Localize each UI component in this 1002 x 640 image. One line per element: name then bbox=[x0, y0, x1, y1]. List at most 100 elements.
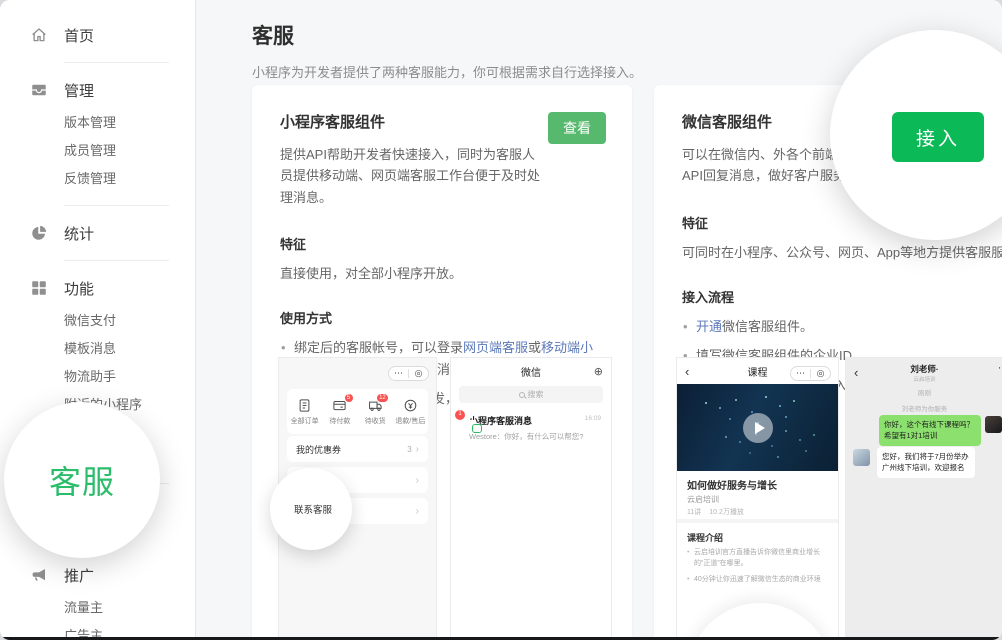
sidebar-subgroup-manage: 版本管理 成员管理 反馈管理 bbox=[0, 109, 195, 193]
tour-spotlight-contact-service: 联系客服 bbox=[270, 468, 352, 550]
section-title-flow: 接入流程 bbox=[682, 287, 994, 306]
flow-step: 开通微信客服组件。 bbox=[682, 316, 994, 337]
section-title-usage: 使用方式 bbox=[280, 308, 604, 327]
chat-contact-org: 云启培训 bbox=[846, 375, 1002, 383]
screenshot-service-chat: ‹ 刘老师· 云启培训 ⋯ 刚刚 刘老师为你服务 你好，这个有线下课程吗？希望有… bbox=[845, 357, 1002, 638]
grid-item-label: 退款/售后 bbox=[395, 416, 425, 426]
usage-text: 或 bbox=[528, 340, 541, 355]
list-item-label: 我的优惠券 bbox=[296, 443, 341, 456]
sidebar-item-members[interactable]: 成员管理 bbox=[0, 137, 195, 165]
screenshot-course-page: ‹ 课程 ⋯◎ 如何做好服务与增长 云启培训 11讲 10.2万播放 课程介绍 … bbox=[676, 357, 839, 638]
section-divider bbox=[677, 519, 838, 523]
lesson-count: 11讲 bbox=[687, 509, 701, 516]
tour-spotlight-customer-service[interactable]: 客服 bbox=[4, 402, 160, 558]
miniprogram-capsule: ⋯◎ bbox=[388, 366, 429, 381]
sidebar-divider bbox=[64, 260, 169, 261]
sidebar-item-home[interactable]: 首页 bbox=[0, 20, 195, 50]
sidebar-item-stats[interactable]: 统计 bbox=[0, 218, 195, 248]
screenshot-wechat-chat-list: 微信 ⊕ 搜索 1 小程序客服消息 Westore：你好，有什么可以帮您? 16… bbox=[450, 357, 612, 638]
grid-icon bbox=[30, 279, 48, 297]
inbox-icon bbox=[30, 81, 48, 99]
play-button-icon bbox=[743, 413, 773, 443]
unread-badge: 1 bbox=[455, 410, 465, 420]
sidebar-item-label: 推广 bbox=[64, 565, 94, 586]
sidebar-subgroup-promo: 流量主 广告主 bbox=[0, 594, 195, 640]
sidebar-item-label: 首页 bbox=[64, 25, 94, 46]
refund-yuan-icon bbox=[403, 398, 418, 413]
back-chevron-icon: ‹ bbox=[685, 365, 689, 378]
megaphone-icon bbox=[30, 566, 48, 584]
sidebar-item-feedback[interactable]: 反馈管理 bbox=[0, 165, 195, 193]
web-service-link[interactable]: 网页端客服 bbox=[463, 340, 528, 355]
card-description: 提供API帮助开发者快速接入，同时为客服人员提供移动端、网页端客服工作台便于及时… bbox=[280, 144, 542, 208]
wechat-title: 微信 bbox=[521, 364, 541, 379]
avatar-teacher bbox=[853, 449, 870, 466]
grid-item-label: 待付款 bbox=[329, 416, 350, 426]
customer-service-highlight-label[interactable]: 客服 bbox=[49, 457, 115, 503]
list-item-value: 3 bbox=[407, 445, 411, 454]
sidebar-item-label: 管理 bbox=[64, 80, 94, 101]
grid-item-all-orders: 全部订单 bbox=[287, 398, 322, 426]
video-meta: 11讲 10.2万播放 bbox=[687, 507, 750, 517]
sidebar-item-manage[interactable]: 管理 bbox=[0, 75, 195, 105]
video-thumbnail bbox=[677, 384, 838, 471]
search-placeholder: 搜索 bbox=[528, 389, 544, 400]
sidebar-item-wechat-pay[interactable]: 微信支付 bbox=[0, 307, 195, 335]
flow-text: 微信客服组件。 bbox=[722, 319, 813, 334]
badge-count: 5 bbox=[344, 393, 354, 403]
grid-item-refund: 退款/售后 bbox=[393, 398, 428, 426]
video-author: 云启培训 bbox=[687, 494, 719, 505]
sidebar-item-promotion[interactable]: 推广 bbox=[0, 560, 195, 590]
pie-chart-icon bbox=[30, 224, 48, 242]
join-button[interactable]: 接入 bbox=[892, 112, 984, 162]
activate-link[interactable]: 开通 bbox=[696, 319, 722, 334]
search-bar: 搜索 bbox=[459, 386, 603, 403]
badge-count: 12 bbox=[376, 393, 389, 403]
chat-time: 16:09 bbox=[585, 415, 601, 422]
grid-item-to-receive: 12 待收货 bbox=[358, 398, 393, 426]
miniprogram-capsule: ⋯◎ bbox=[790, 366, 831, 381]
chevron-right-icon: › bbox=[416, 475, 419, 486]
course-intro-bullet: 40分钟让你迅速了解微信生态的商业环境 bbox=[687, 574, 830, 585]
grid-item-label: 全部订单 bbox=[291, 416, 319, 426]
sidebar-divider bbox=[64, 205, 169, 206]
sidebar-item-label: 统计 bbox=[64, 223, 94, 244]
chat-contact-name: 刘老师· bbox=[846, 363, 1002, 375]
chat-system-message: 刘老师为你服务 bbox=[846, 403, 1002, 413]
sidebar-item-version[interactable]: 版本管理 bbox=[0, 109, 195, 137]
course-page-title: 课程 bbox=[748, 364, 768, 379]
contact-service-highlight-label: 联系客服 bbox=[294, 502, 332, 516]
wechat-header: 微信 ⊕ bbox=[451, 358, 611, 384]
sidebar-item-template-message[interactable]: 模板消息 bbox=[0, 335, 195, 363]
decor-dots bbox=[705, 402, 707, 404]
sidebar-item-logistics[interactable]: 物流助手 bbox=[0, 363, 195, 391]
chat-list-item: 1 小程序客服消息 Westore：你好，有什么可以帮您? 16:09 bbox=[451, 414, 611, 442]
incoming-message-bubble: 您好，我们将于7月份举办广州线下培训，欢迎报名 bbox=[877, 447, 975, 478]
capsule-target-icon: ◎ bbox=[409, 367, 428, 380]
section-text-feature: 直接使用，对全部小程序开放。 bbox=[280, 263, 604, 282]
list-item-coupons: 我的优惠券 3 › bbox=[287, 436, 428, 462]
avatar-user bbox=[985, 416, 1002, 433]
ellipsis-icon: ⋯ bbox=[791, 367, 810, 380]
usage-text: 绑定后的客服帐号，可以登录 bbox=[294, 340, 463, 355]
chevron-right-icon: › bbox=[416, 444, 419, 455]
card-miniprogram-service: 小程序客服组件 查看 提供API帮助开发者快速接入，同时为客服人员提供移动端、网… bbox=[252, 85, 632, 640]
course-intro-bullet: 云启培训官方直播告诉你微信里商业增长的“正道”在哪里。 bbox=[687, 547, 830, 569]
home-icon bbox=[30, 26, 48, 44]
chevron-right-icon: › bbox=[416, 506, 419, 517]
video-title: 如何做好服务与增长 bbox=[687, 477, 777, 492]
chat-meta: 小程序客服消息 Westore：你好，有什么可以帮您? bbox=[469, 414, 583, 442]
mini-program-console-window: 客服 小程序为开发者提供了两种客服能力，你可根据需求自行选择接入。 首页 管理 … bbox=[0, 0, 1002, 640]
play-count: 10.2万播放 bbox=[709, 509, 744, 516]
section-text-feature: 可同时在小程序、公众号、网页、App等地方提供客服服务。 bbox=[682, 242, 994, 261]
sidebar-item-features[interactable]: 功能 bbox=[0, 273, 195, 303]
sidebar-item-label: 功能 bbox=[64, 278, 94, 299]
chat-preview: Westore：你好，有什么可以帮您? bbox=[469, 431, 583, 442]
section-title-feature: 特征 bbox=[280, 234, 604, 253]
receipt-icon bbox=[297, 398, 312, 413]
ellipsis-icon: ⋯ bbox=[389, 367, 408, 380]
grid-item-to-pay: 5 待付款 bbox=[322, 398, 357, 426]
search-icon bbox=[519, 392, 525, 398]
sidebar-item-traffic-owner[interactable]: 流量主 bbox=[0, 594, 195, 622]
view-button[interactable]: 查看 bbox=[548, 112, 606, 144]
